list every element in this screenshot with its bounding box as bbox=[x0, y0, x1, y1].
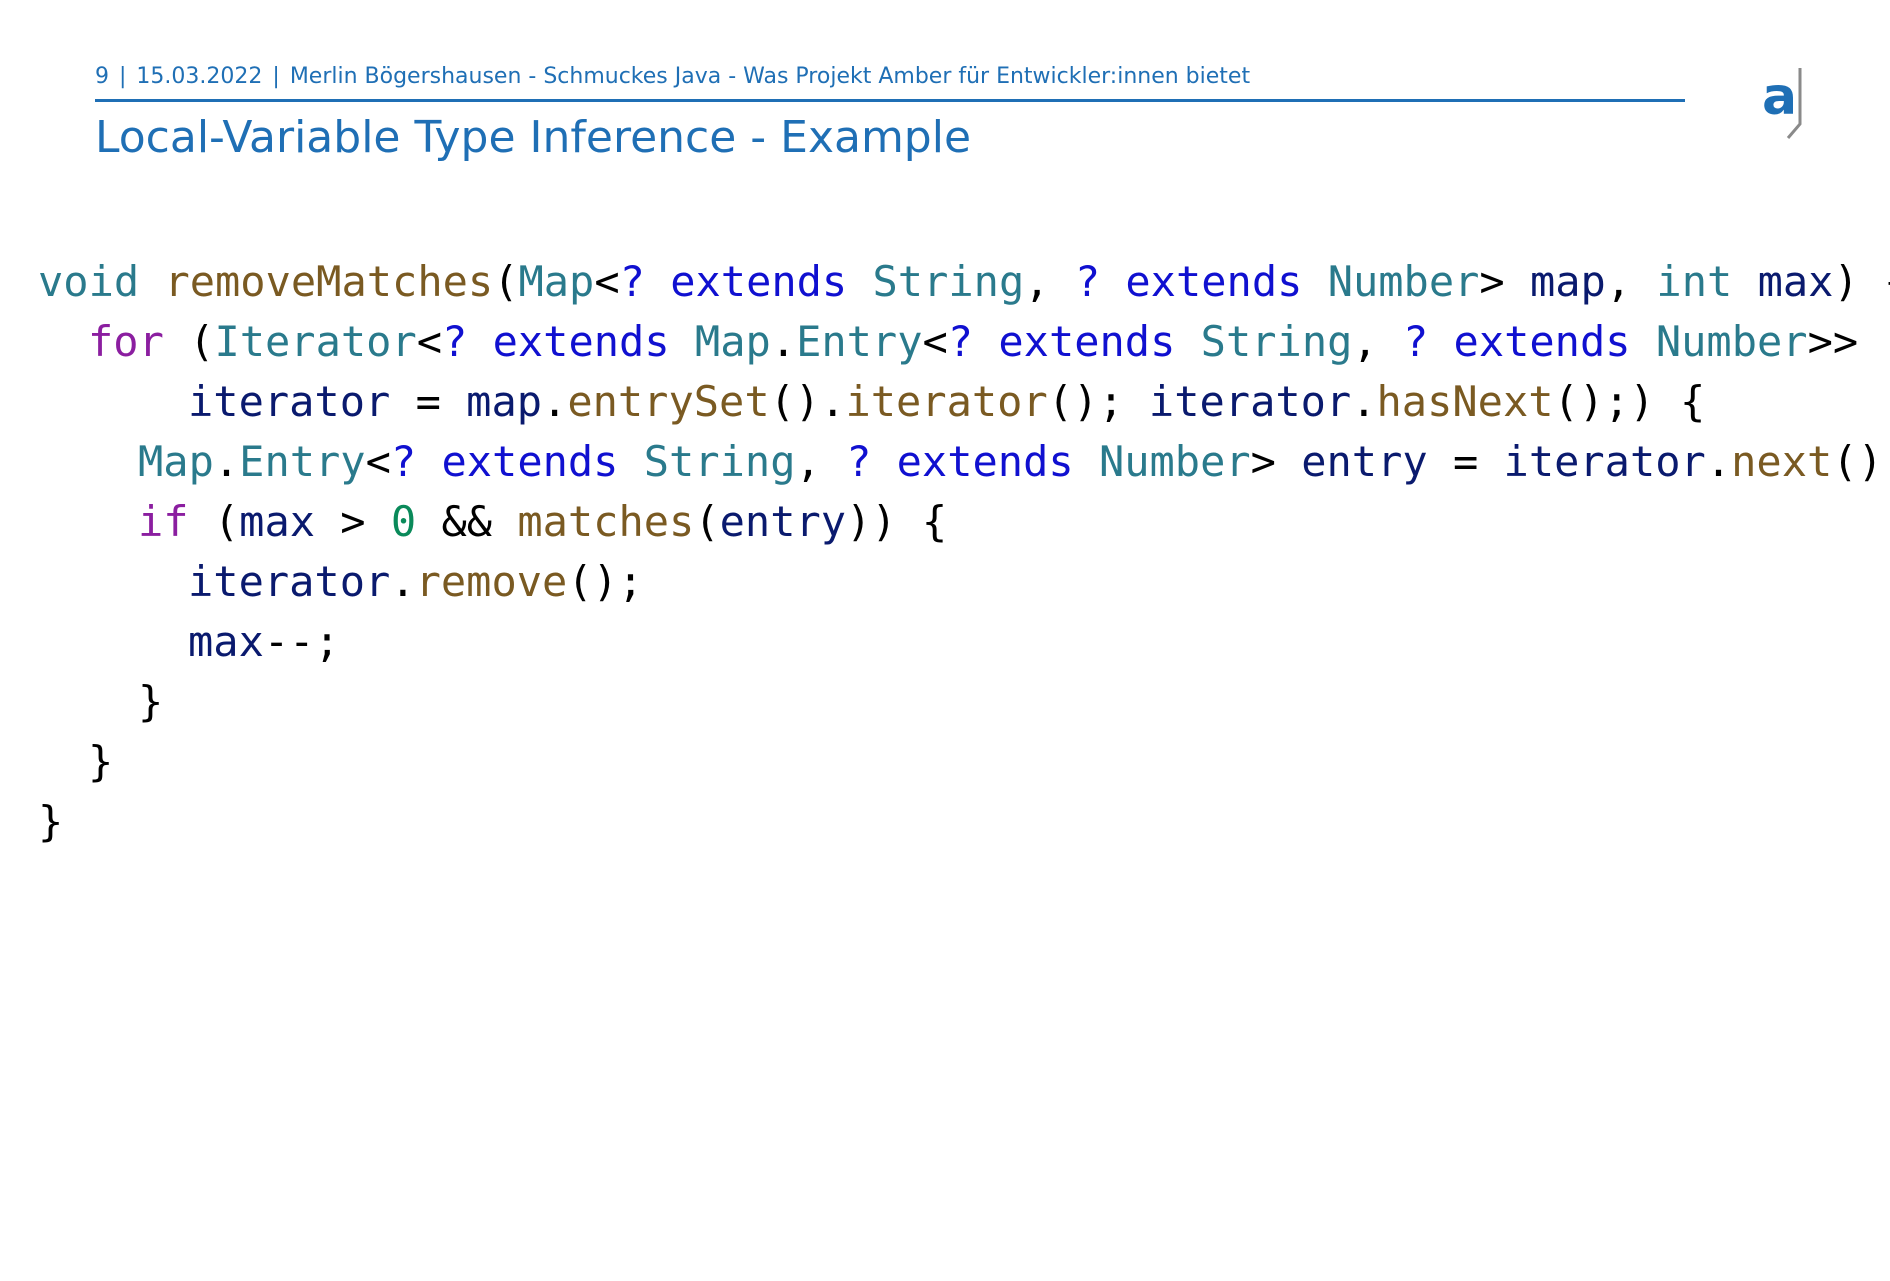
code-line: if (max > 0 && matches(entry)) { bbox=[138, 497, 948, 546]
code-block: void removeMatches(Map<? extends String,… bbox=[38, 252, 1890, 1281]
code-line: iterator = map.entrySet().iterator(); it… bbox=[188, 377, 1706, 426]
slide-title: Local-Variable Type Inference - Example bbox=[95, 112, 972, 163]
code-line: for (Iterator<? extends Map.Entry<? exte… bbox=[88, 317, 1859, 366]
code-line: iterator.remove(); bbox=[188, 557, 644, 606]
code-token: for bbox=[88, 317, 164, 366]
code-line: } bbox=[88, 737, 114, 786]
header-divider bbox=[95, 99, 1685, 102]
slide-date: 15.03.2022 bbox=[136, 64, 263, 89]
code-token: void bbox=[38, 257, 140, 306]
code-token: removeMatches bbox=[164, 257, 494, 306]
brand-logo: a bbox=[1762, 67, 1802, 139]
code-line: Map.Entry<? extends String, ? extends Nu… bbox=[138, 437, 1890, 486]
code-line: } bbox=[138, 677, 164, 726]
talk-subtitle: Merlin Bögershausen - Schmuckes Java - W… bbox=[289, 64, 1251, 89]
logo-letter: a bbox=[1762, 67, 1797, 127]
slide-header: 9 | 15.03.2022 | Merlin Bögershausen - Schmu… bbox=[95, 64, 1250, 89]
page-number: 9 bbox=[95, 64, 109, 89]
code-line: max--; bbox=[188, 617, 340, 666]
code-token: Map bbox=[518, 257, 595, 306]
code-line: void removeMatches(Map<? extends String,… bbox=[38, 257, 1890, 306]
header-separator: | bbox=[119, 64, 127, 89]
header-separator: | bbox=[272, 64, 280, 89]
code-line: } bbox=[38, 797, 64, 846]
